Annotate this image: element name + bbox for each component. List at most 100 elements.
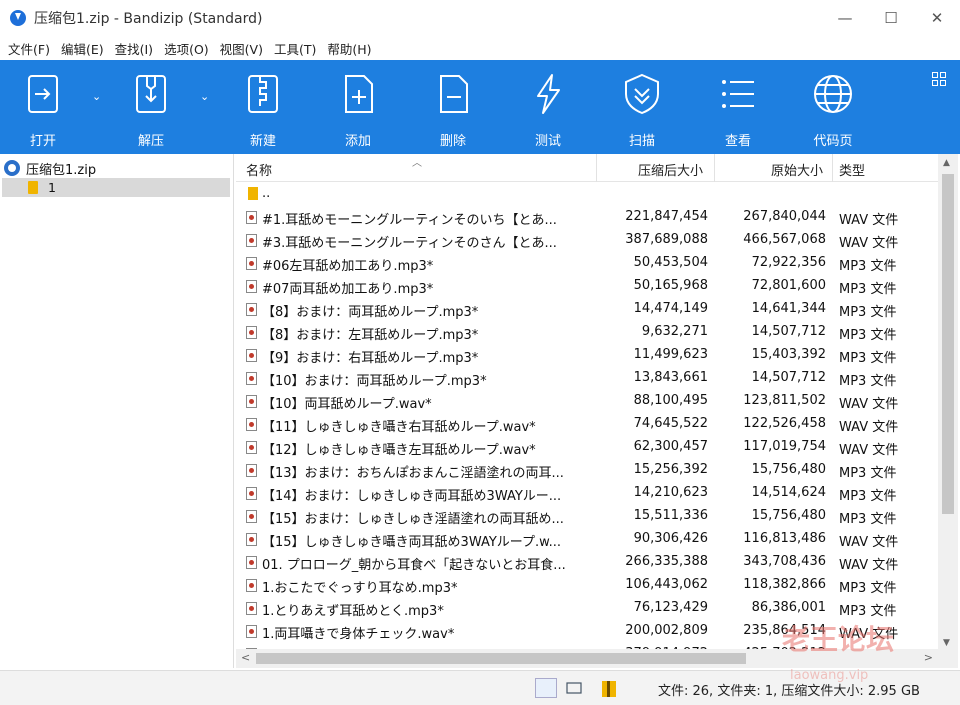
watermark-url: laowang.vip <box>790 668 869 683</box>
layout-grid-icon[interactable] <box>932 72 946 86</box>
scroll-right-icon[interactable]: > <box>924 651 933 664</box>
tree-root-label: 压缩包1.zip <box>26 162 97 178</box>
sort-ascending-icon: ︿ <box>412 158 422 169</box>
column-type[interactable]: 类型 <box>839 160 865 179</box>
column-compressed-size[interactable]: 压缩后大小 <box>638 160 703 179</box>
add-label: 添加 <box>344 134 371 149</box>
codepage-label: 代码页 <box>813 134 853 149</box>
file-row[interactable]: 【13】おまけ：おちんぽおまんこ淫語塗れの両耳... 15,256,392 15,7… <box>236 459 938 482</box>
compressed-size: 14,474,149 <box>633 301 708 316</box>
original-size: 116,813,486 <box>743 531 826 546</box>
tree-root-archive[interactable]: 压缩包1.zip <box>4 158 96 178</box>
file-type: WAV 文件 <box>839 397 899 412</box>
maximize-button[interactable]: ☐ <box>868 0 914 36</box>
tree-item-folder[interactable]: 1 <box>2 178 230 197</box>
file-row[interactable]: 【11】しゅきしゅき囁き右耳舐めループ.wav* 74,645,522 122,52… <box>236 413 938 436</box>
delete-file-icon <box>440 75 468 113</box>
open-label: 打开 <box>29 134 56 149</box>
file-row[interactable]: 【9】おまけ：右耳舐めループ.mp3* 11,499,623 15,403,392 M… <box>236 344 938 367</box>
menu-edit[interactable]: 编辑(E) <box>61 39 104 58</box>
file-row[interactable]: 1.おこたでぐっすり耳なめ.mp3* 106,443,062 118,382,866… <box>236 574 938 597</box>
compressed-size: 50,165,968 <box>633 278 708 293</box>
open-button[interactable]: 打开 <box>8 60 78 154</box>
view-label: 查看 <box>724 134 751 149</box>
menu-find[interactable]: 查找(I) <box>115 39 153 58</box>
archive-icon <box>4 160 20 176</box>
file-type: WAV 文件 <box>839 558 899 573</box>
vertical-scrollbar[interactable]: ▲ ▼ <box>938 154 958 668</box>
column-original-size[interactable]: 原始大小 <box>771 160 823 179</box>
file-name: 1.とりあえず耳舐めとく.mp3* <box>262 604 444 619</box>
file-row[interactable]: #06左耳舐め加工あり.mp3* 50,453,504 72,922,356 MP3 … <box>236 252 938 275</box>
new-archive-button[interactable]: 新建 <box>228 60 298 154</box>
file-row[interactable]: #07両耳舐め加工あり.mp3* 50,165,968 72,801,600 MP3 … <box>236 275 938 298</box>
original-size: 15,403,392 <box>751 347 826 362</box>
file-row[interactable]: #1.耳舐めモーニングルーティンそのいち【とあ... 221,847,454 267… <box>236 206 938 229</box>
codepage-button[interactable]: 代码页 <box>798 60 868 154</box>
audio-file-icon <box>246 533 257 546</box>
lightning-icon <box>537 74 560 114</box>
compressed-size: 15,511,336 <box>633 508 708 523</box>
shield-icon <box>625 73 659 115</box>
menu-options[interactable]: 选项(O) <box>164 39 209 58</box>
add-file-icon <box>345 75 373 113</box>
file-type: MP3 文件 <box>839 328 897 343</box>
menu-view[interactable]: 视图(V) <box>220 39 263 58</box>
file-type: MP3 文件 <box>839 374 897 389</box>
original-size: 118,382,866 <box>743 577 826 592</box>
original-size: 14,507,712 <box>751 370 826 385</box>
scroll-left-icon[interactable]: < <box>241 651 250 664</box>
horizontal-scroll-thumb[interactable] <box>256 653 746 664</box>
window-controls: — ☐ ✕ <box>822 0 960 36</box>
file-row[interactable]: #3.耳舐めモーニングルーティンそのさん【とあ... 387,689,088 466… <box>236 229 938 252</box>
archive-folder-icon[interactable] <box>598 678 620 698</box>
file-name: 1.両耳囁きで身体チェック.wav* <box>262 627 455 642</box>
column-divider[interactable] <box>832 154 833 182</box>
file-row[interactable]: 【15】しゅきしゅき囁き両耳舐め3WAYループ.w... 90,306,426 11… <box>236 528 938 551</box>
audio-file-icon <box>246 211 257 224</box>
close-button[interactable]: ✕ <box>914 0 960 36</box>
menu-tools[interactable]: 工具(T) <box>274 39 316 58</box>
file-row[interactable]: 【10】両耳舐めループ.wav* 88,100,495 123,811,502 WAV… <box>236 390 938 413</box>
extract-dropdown-icon[interactable]: ⌄ <box>200 90 209 103</box>
file-row[interactable]: 1.とりあえず耳舐めとく.mp3* 76,123,429 86,386,001 MP3… <box>236 597 938 620</box>
scroll-up-icon[interactable]: ▲ <box>943 158 950 168</box>
audio-file-icon <box>246 303 257 316</box>
file-row[interactable]: 【14】おまけ：しゅきしゅき両耳舐め3WAYルー... 14,210,623 14,… <box>236 482 938 505</box>
audio-file-icon <box>246 556 257 569</box>
vertical-scroll-thumb[interactable] <box>942 174 954 514</box>
details-view-icon[interactable] <box>535 678 557 698</box>
file-row[interactable]: 【8】おまけ：左耳舐めループ.mp3* 9,632,271 14,507,712 MP… <box>236 321 938 344</box>
add-button[interactable]: 添加 <box>323 60 393 154</box>
preview-view-icon[interactable] <box>563 678 585 698</box>
file-row[interactable]: 【15】おまけ：しゅきしゅき淫語塗れの両耳舐め... 15,511,336 15,7… <box>236 505 938 528</box>
test-button[interactable]: 测试 <box>513 60 583 154</box>
scroll-down-icon[interactable]: ▼ <box>943 638 950 648</box>
compressed-size: 221,847,454 <box>625 209 708 224</box>
file-name: 【15】しゅきしゅき囁き両耳舐め3WAYループ.w... <box>262 535 561 550</box>
column-divider[interactable] <box>596 154 597 182</box>
file-list: 名称 ︿ 压缩后大小 原始大小 类型 .. #1.耳舐めモーニングルーティンその… <box>236 154 958 668</box>
file-row[interactable]: 【12】しゅきしゅき囁き左耳舐めループ.wav* 62,300,457 117,01… <box>236 436 938 459</box>
extract-button[interactable]: 解压 <box>116 60 186 154</box>
audio-file-icon <box>246 326 257 339</box>
file-row[interactable]: 【8】おまけ：両耳舐めループ.mp3* 14,474,149 14,641,344 M… <box>236 298 938 321</box>
audio-file-icon <box>246 602 257 615</box>
file-row[interactable]: 【10】おまけ：両耳舐めループ.mp3* 13,843,661 14,507,712… <box>236 367 938 390</box>
menu-file[interactable]: 文件(F) <box>8 39 50 58</box>
column-divider[interactable] <box>714 154 715 182</box>
scan-button[interactable]: 扫描 <box>607 60 677 154</box>
column-name[interactable]: 名称 <box>246 160 272 179</box>
menu-help[interactable]: 帮助(H) <box>327 39 371 58</box>
parent-folder-row[interactable]: .. <box>236 183 938 206</box>
view-button[interactable]: 查看 <box>703 60 773 154</box>
file-name: #3.耳舐めモーニングルーティンそのさん【とあ... <box>262 236 557 251</box>
original-size: 14,507,712 <box>751 324 826 339</box>
folder-tree: 压缩包1.zip 1 <box>0 154 234 668</box>
delete-button[interactable]: 删除 <box>418 60 488 154</box>
file-row[interactable]: 01. プロローグ_朝から耳食べ「起きないとお耳食... 266,335,388 3… <box>236 551 938 574</box>
file-type: MP3 文件 <box>839 512 897 527</box>
minimize-button[interactable]: — <box>822 0 868 36</box>
open-dropdown-icon[interactable]: ⌄ <box>92 90 101 103</box>
menu-bar: 文件(F) 编辑(E) 查找(I) 选项(O) 视图(V) 工具(T) 帮助(H… <box>0 36 960 60</box>
